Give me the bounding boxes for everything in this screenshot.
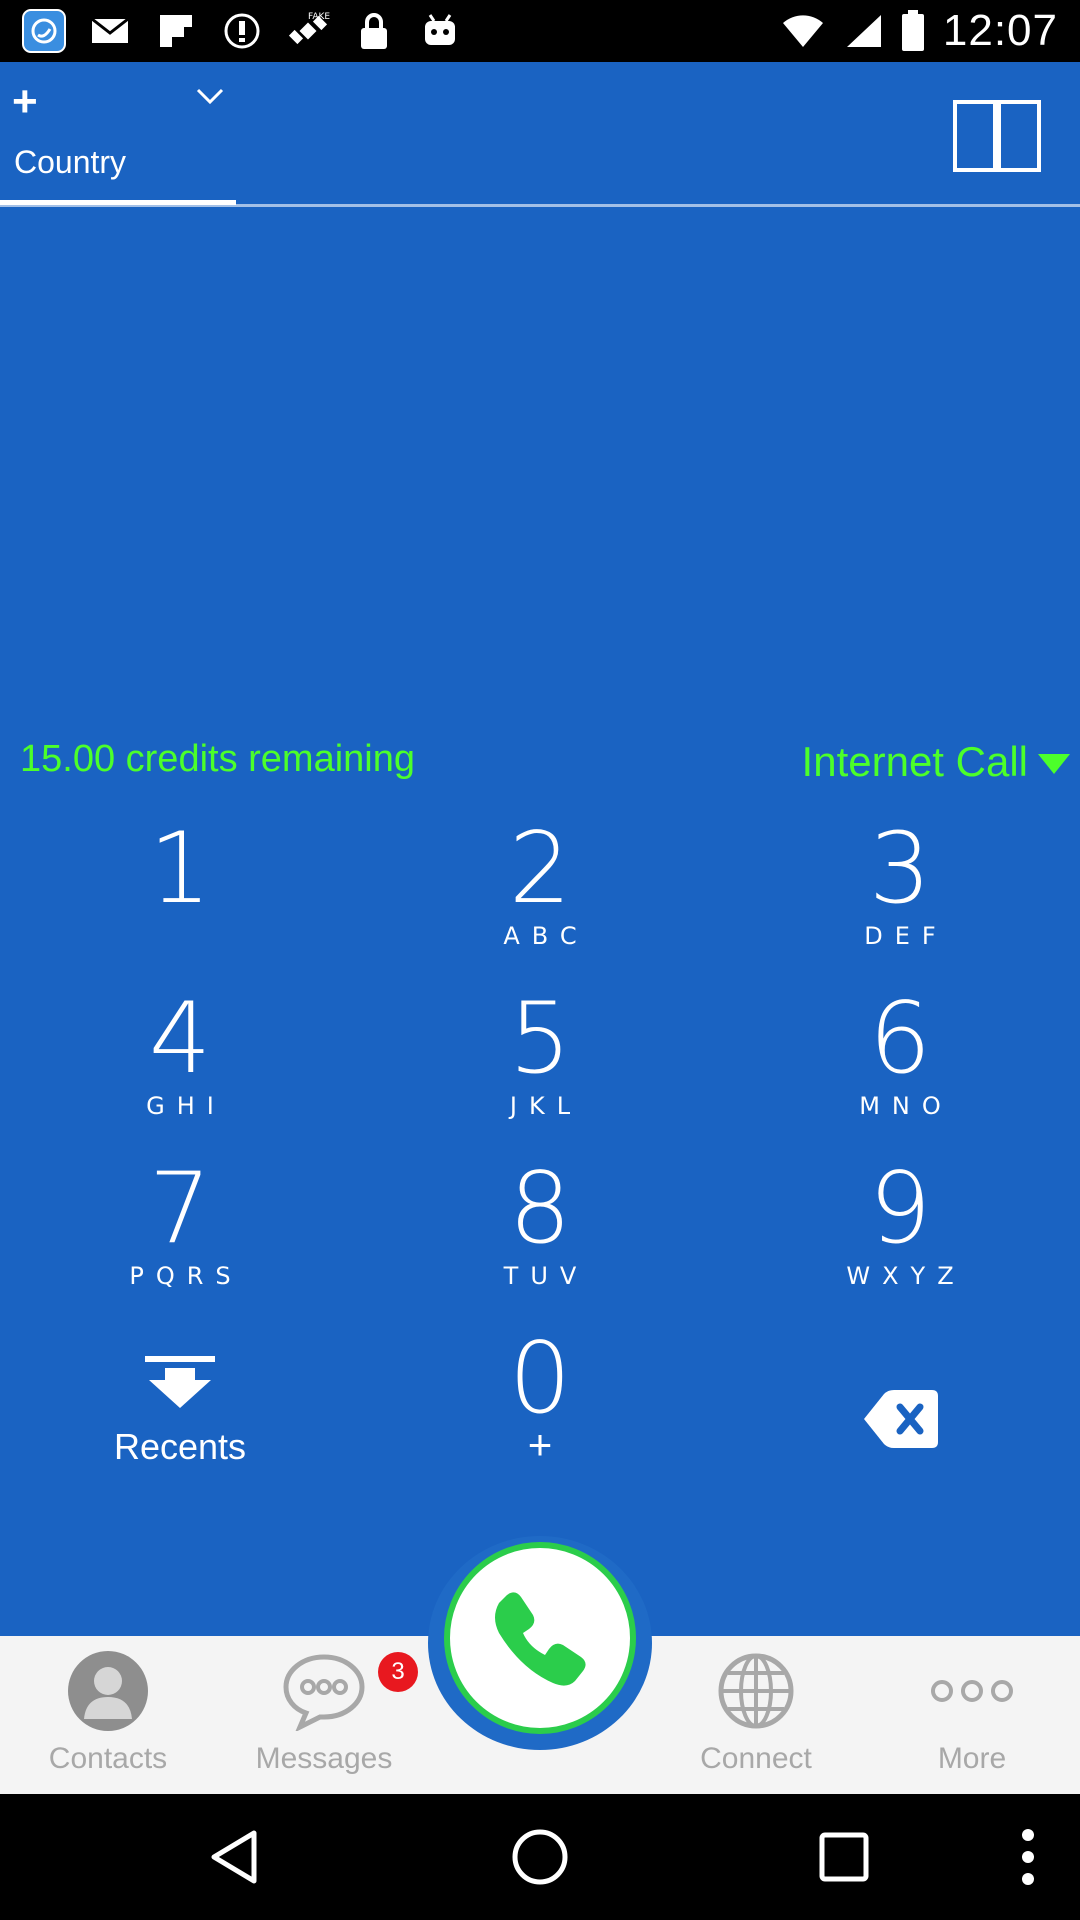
phone-icon	[495, 1592, 586, 1686]
call-button[interactable]	[428, 1536, 652, 1750]
key-digit: 9	[868, 1152, 932, 1266]
chevron-down-icon[interactable]	[194, 80, 226, 112]
recent-apps-icon[interactable]	[814, 1827, 874, 1887]
book-icon[interactable]	[952, 98, 1042, 174]
dropdown-triangle-icon	[1038, 754, 1070, 774]
home-icon[interactable]	[510, 1827, 570, 1887]
key-7[interactable]: 7 PQRS	[0, 1160, 360, 1330]
more-dots-icon	[927, 1646, 1017, 1736]
key-digit: 1	[148, 812, 212, 926]
key-3[interactable]: 3 DEF	[720, 820, 1080, 990]
mail-icon	[88, 9, 132, 53]
key-letters: ABC	[503, 922, 589, 950]
nav-label: Connect	[700, 1742, 812, 1775]
key-digit: 0	[508, 1322, 572, 1436]
call-mode-dropdown[interactable]: Internet Call	[802, 738, 1070, 786]
lock-icon	[352, 9, 396, 53]
call-mode-label: Internet Call	[801, 738, 1028, 785]
key-letters: GHI	[146, 1092, 226, 1120]
key-letters: +	[527, 1421, 553, 1468]
key-letters: PQRS	[129, 1262, 243, 1290]
nav-more[interactable]: More	[864, 1636, 1080, 1794]
status-bar: FAKE 12:07	[0, 0, 1080, 62]
key-digit: 4	[148, 982, 212, 1096]
person-icon	[63, 1646, 153, 1736]
battery-icon	[901, 10, 924, 51]
status-right: 12:07	[781, 6, 1058, 55]
download-arrow-icon	[145, 1356, 215, 1408]
header-divider	[0, 204, 1080, 207]
globe-icon	[711, 1646, 801, 1736]
system-navigation-bar	[0, 1794, 1080, 1920]
key-letters: WXYZ	[846, 1262, 966, 1290]
key-0[interactable]: 0 +	[360, 1330, 720, 1500]
key-digit: 3	[868, 812, 932, 926]
android-icon	[418, 9, 462, 53]
satellite-icon: FAKE	[286, 9, 330, 53]
plus-icon[interactable]: +	[12, 80, 38, 124]
country-selector[interactable]: Country	[14, 144, 126, 181]
key-digit: 5	[508, 982, 572, 1096]
info-icon	[220, 9, 264, 53]
key-9[interactable]: 9 WXYZ	[720, 1160, 1080, 1330]
key-letters: TUV	[503, 1262, 589, 1290]
key-5[interactable]: 5 JKL	[360, 990, 720, 1160]
overflow-menu-icon[interactable]	[1000, 1827, 1056, 1887]
key-4[interactable]: 4 GHI	[0, 990, 360, 1160]
signal-icon	[846, 15, 881, 47]
key-1[interactable]: 1	[0, 820, 360, 990]
key-letters: MNO	[859, 1092, 953, 1120]
call-button-inner	[444, 1542, 636, 1734]
backspace-icon	[864, 1390, 938, 1448]
key-digit: 7	[148, 1152, 212, 1266]
key-letters: JKL	[509, 1092, 583, 1120]
clock: 12:07	[942, 6, 1058, 55]
credits-remaining: 15.00 credits remaining	[20, 738, 415, 780]
nav-label: Messages	[255, 1742, 393, 1775]
number-display[interactable]	[0, 208, 1080, 728]
backspace-button[interactable]	[720, 1330, 1080, 1500]
nav-contacts[interactable]: Contacts	[0, 1636, 216, 1794]
key-letters: DEF	[864, 922, 948, 950]
wifi-icon	[782, 15, 823, 47]
chat-bubble-icon	[279, 1646, 369, 1736]
flipboard-icon	[154, 9, 198, 53]
key-digit: 6	[868, 982, 932, 1096]
back-icon[interactable]	[206, 1827, 266, 1887]
key-digit: 8	[508, 1152, 572, 1266]
nav-label: Contacts	[48, 1742, 168, 1775]
app-icon	[22, 9, 66, 53]
key-2[interactable]: 2 ABC	[360, 820, 720, 990]
svg-text:FAKE: FAKE	[308, 12, 330, 22]
recents-label: Recents	[113, 1426, 247, 1467]
notification-icons: FAKE	[22, 8, 462, 54]
header: + Country	[0, 62, 1080, 208]
nav-label: More	[937, 1742, 1007, 1775]
key-8[interactable]: 8 TUV	[360, 1160, 720, 1330]
messages-badge: 3	[378, 1652, 418, 1692]
key-6[interactable]: 6 MNO	[720, 990, 1080, 1160]
recents-button[interactable]: Recents	[0, 1330, 360, 1500]
keypad: 1 2 ABC 3 DEF 4 GHI 5 JKL 6 MNO 7 PQRS 8…	[0, 800, 1080, 1480]
key-digit: 2	[508, 812, 572, 926]
nav-connect[interactable]: Connect	[648, 1636, 864, 1794]
